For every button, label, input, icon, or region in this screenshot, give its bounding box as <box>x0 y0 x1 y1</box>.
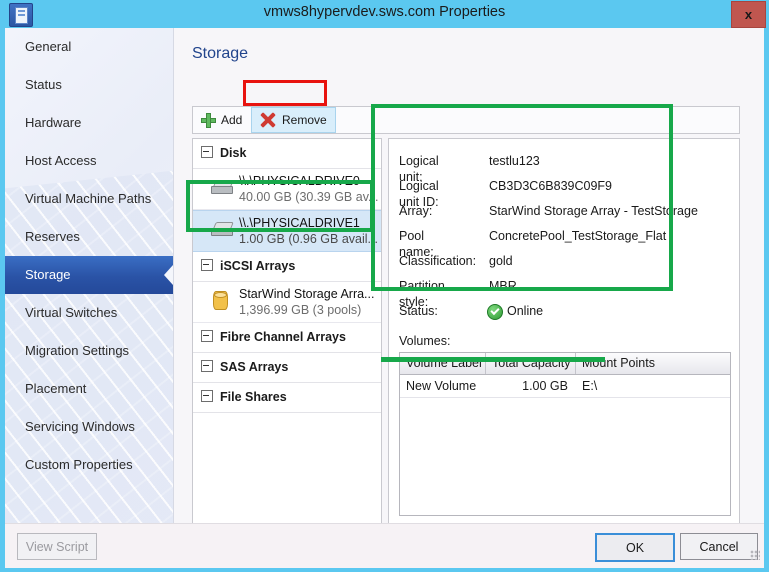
tree-node-name: \\.\PHYSICALDRIVE0 <box>239 174 360 188</box>
window-title: vmws8hypervdev.sws.com Properties <box>263 4 506 20</box>
detail-value: MBR <box>489 279 517 293</box>
resize-grip[interactable] <box>750 550 760 560</box>
remove-x-icon <box>260 112 276 128</box>
cancel-button[interactable]: Cancel <box>680 533 758 560</box>
tree-node-starwind-storage-array[interactable]: StarWind Storage Arra... 1,396.99 GB (3 … <box>193 282 381 323</box>
collapse-icon[interactable] <box>201 390 213 402</box>
tree-node-name: StarWind Storage Arra... <box>239 287 375 301</box>
sidebar-item-virtual-machine-paths[interactable]: Virtual Machine Paths <box>5 180 173 218</box>
collapse-icon[interactable] <box>201 360 213 372</box>
table-header-row: Volume Label Total Capacity Mount Points <box>400 353 730 375</box>
tree-node-detail: 1.00 GB (0.96 GB avail... <box>239 232 378 246</box>
add-button-label: Add <box>221 113 243 127</box>
sidebar: General Status Hardware Host Access Virt… <box>5 28 174 523</box>
sidebar-item-custom-properties[interactable]: Custom Properties <box>5 446 173 484</box>
storage-tree[interactable]: Disk \\.\PHYSICALDRIVE0 40.00 GB (30.39 … <box>192 138 382 525</box>
sidebar-item-hardware[interactable]: Hardware <box>5 104 173 142</box>
ok-button[interactable]: OK <box>595 533 675 562</box>
column-header-mount-points[interactable]: Mount Points <box>576 353 728 374</box>
collapse-icon[interactable] <box>201 330 213 342</box>
detail-value: CB3D3C6B839C09F9 <box>489 179 612 193</box>
remove-button[interactable]: Remove <box>251 107 336 133</box>
sidebar-item-virtual-switches[interactable]: Virtual Switches <box>5 294 173 332</box>
detail-value: ConcretePool_TestStorage_Flat <box>489 229 667 243</box>
sidebar-item-storage[interactable]: Storage <box>5 256 173 294</box>
detail-value: StarWind Storage Array - TestStorage <box>489 204 698 218</box>
tree-group-label: Fibre Channel Arrays <box>220 330 346 344</box>
disk-icon <box>211 222 234 236</box>
detail-value: gold <box>489 254 513 268</box>
title-bar: vmws8hypervdev.sws.com Properties x <box>0 0 769 28</box>
storage-toolbar: Add Remove <box>192 106 740 134</box>
column-header-total-capacity[interactable]: Total Capacity <box>486 353 576 374</box>
detail-value: testlu123 <box>489 154 540 168</box>
volumes-label: Volumes: <box>399 334 451 348</box>
tree-node-name: \\.\PHYSICALDRIVE1 <box>239 216 360 230</box>
storage-array-icon <box>213 291 228 310</box>
content-row: General Status Hardware Host Access Virt… <box>5 28 764 525</box>
properties-dialog: vmws8hypervdev.sws.com Properties x Gene… <box>0 0 769 572</box>
sidebar-item-host-access[interactable]: Host Access <box>5 142 173 180</box>
cell-mount-points: E:\ <box>582 379 598 393</box>
sidebar-item-servicing-windows[interactable]: Servicing Windows <box>5 408 173 446</box>
dialog-footer: View Script OK Cancel <box>5 523 764 568</box>
collapse-icon[interactable] <box>201 259 213 271</box>
tree-group-sas-arrays[interactable]: SAS Arrays <box>193 353 381 383</box>
detail-key: Classification: <box>399 254 477 268</box>
volumes-table: Volume Label Total Capacity Mount Points… <box>399 352 731 516</box>
add-button[interactable]: Add <box>193 107 250 133</box>
sidebar-item-general[interactable]: General <box>5 28 173 66</box>
detail-key: Array: <box>399 204 433 218</box>
tree-group-label: File Shares <box>220 390 287 404</box>
plus-icon <box>201 112 216 128</box>
sidebar-item-migration-settings[interactable]: Migration Settings <box>5 332 173 370</box>
collapse-icon[interactable] <box>201 146 213 158</box>
tree-node-physicaldrive0[interactable]: \\.\PHYSICALDRIVE0 40.00 GB (30.39 GB av… <box>193 169 381 210</box>
tree-group-label: SAS Arrays <box>220 360 289 374</box>
main-pane: Storage Add Remove Disk \\.\PHYSICALDRIV… <box>174 28 764 525</box>
sidebar-item-status[interactable]: Status <box>5 66 173 104</box>
check-circle-icon <box>487 304 503 320</box>
tree-group-fibre-channel-arrays[interactable]: Fibre Channel Arrays <box>193 323 381 353</box>
remove-button-label: Remove <box>282 113 327 127</box>
sidebar-item-reserves[interactable]: Reserves <box>5 218 173 256</box>
view-script-button[interactable]: View Script <box>17 533 97 560</box>
cell-total-capacity: 1.00 GB <box>522 379 568 393</box>
close-icon[interactable]: x <box>731 1 766 28</box>
tree-group-label: iSCSI Arrays <box>220 259 296 273</box>
details-panel: Logical unit: testlu123 Logical unit ID:… <box>388 138 740 525</box>
sidebar-nav: General Status Hardware Host Access Virt… <box>5 28 173 484</box>
page-title: Storage <box>192 45 249 62</box>
tree-group-file-shares[interactable]: File Shares <box>193 383 381 413</box>
tree-node-detail: 1,396.99 GB (3 pools) <box>239 303 362 317</box>
sidebar-item-label: Storage <box>25 267 71 282</box>
column-header-volume-label[interactable]: Volume Label <box>400 353 486 374</box>
tree-group-iscsi-arrays[interactable]: iSCSI Arrays <box>193 252 381 282</box>
status-badge: Online <box>507 304 544 318</box>
chevron-right-icon <box>164 265 173 285</box>
cell-volume-label: New Volume <box>406 379 477 393</box>
tree-group-disk[interactable]: Disk <box>193 139 381 169</box>
detail-key: Status: <box>399 304 438 318</box>
tree-node-detail: 40.00 GB (30.39 GB av... <box>239 190 379 204</box>
sidebar-item-placement[interactable]: Placement <box>5 370 173 408</box>
dialog-body: General Status Hardware Host Access Virt… <box>5 28 764 568</box>
disk-icon <box>211 180 234 194</box>
tree-group-label: Disk <box>220 146 247 160</box>
tree-node-physicaldrive1[interactable]: \\.\PHYSICALDRIVE1 1.00 GB (0.96 GB avai… <box>193 210 381 252</box>
table-row[interactable]: New Volume 1.00 GB E:\ <box>400 375 730 398</box>
